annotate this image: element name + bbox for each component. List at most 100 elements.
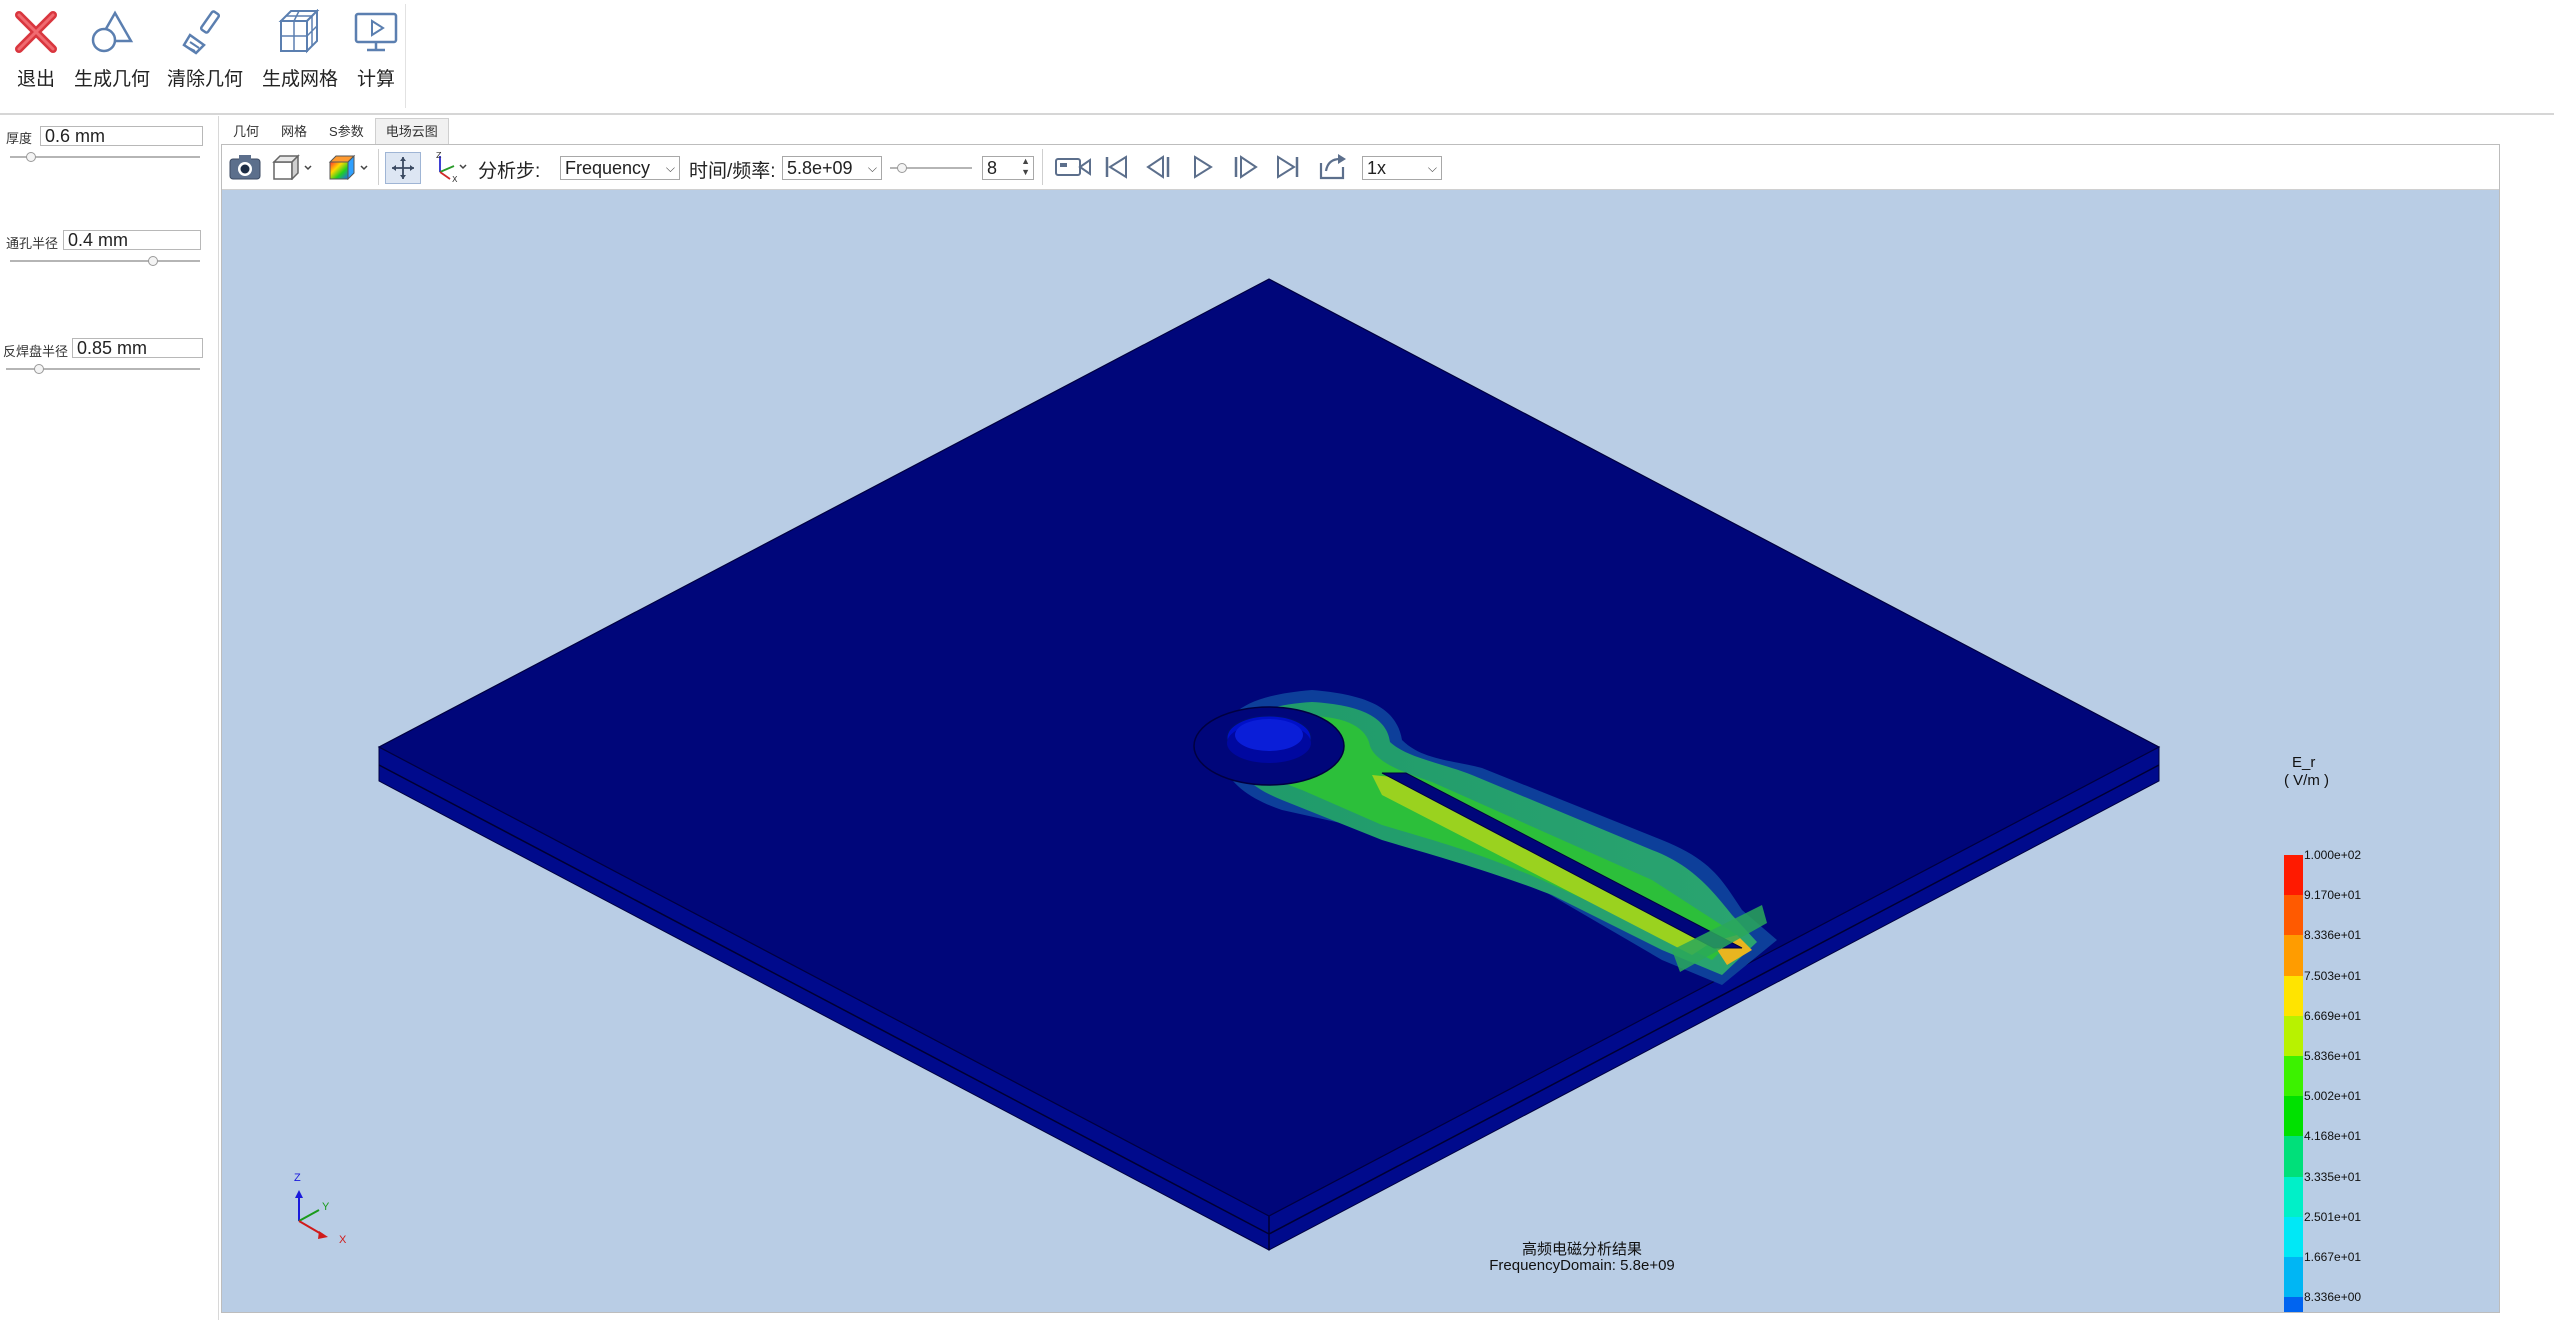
legend-tick-label: 4.168e+01 [2304, 1129, 2362, 1144]
result-viewer: Z X 分析步: Frequency ⌵ 时间/频率: 5.8e+09 ⌵ 8 … [221, 144, 2500, 1313]
color-map-dropdown[interactable] [326, 152, 372, 182]
svg-text:X: X [452, 175, 458, 182]
loop-export-icon[interactable] [1318, 152, 1348, 182]
view-cube-dropdown[interactable] [270, 152, 316, 182]
time-frequency-value: 5.8e+09 [787, 158, 853, 178]
playback-speed-select[interactable]: 1x ⌵ [1362, 156, 1442, 180]
axis-triad-dropdown[interactable]: Z X [428, 152, 468, 182]
toolbar-separator [1042, 149, 1043, 185]
time-frequency-select[interactable]: 5.8e+09 ⌵ [782, 156, 882, 180]
result-caption-title: 高频电磁分析结果 [1521, 1241, 1642, 1258]
tab-s-parameters[interactable]: S参数 [318, 118, 375, 144]
exit-icon [10, 6, 62, 58]
legend-tick-label: 5.836e+01 [2304, 1049, 2362, 1063]
legend-unit: ( V/m ) [2284, 772, 2329, 789]
legend-color-segment [2284, 1257, 2303, 1299]
antipad-radius-input[interactable] [72, 338, 203, 358]
render-canvas[interactable]: Z Y X E_r ( V/m ) 高频电磁分析结果 FrequencyDoma… [222, 190, 2499, 1312]
antipad-radius-label: 反焊盘半径 [3, 344, 69, 359]
geometry-shapes-icon [86, 6, 138, 58]
legend-tick-label: 1.667e+01 [2304, 1250, 2362, 1264]
step-forward-icon[interactable] [1230, 152, 1260, 182]
brush-icon [179, 6, 231, 58]
legend-title: E_r [2292, 754, 2316, 771]
playback-speed-value: 1x [1367, 158, 1387, 178]
legend-color-segment [2284, 1136, 2303, 1178]
axis-triad [295, 1190, 328, 1239]
exit-button[interactable]: 退出 [10, 6, 62, 92]
generate-mesh-label: 生成网格 [262, 69, 339, 90]
svg-text:Z: Z [436, 152, 442, 160]
skip-to-end-icon[interactable] [1274, 152, 1302, 182]
chevron-down-icon: ⌵ [665, 161, 675, 175]
thickness-input[interactable] [40, 126, 203, 146]
legend-color-segment [2284, 1096, 2303, 1138]
legend-tick-label: 1.000e+02 [2304, 848, 2362, 862]
tab-mesh[interactable]: 网格 [270, 118, 318, 144]
analysis-step-select[interactable]: Frequency ⌵ [560, 156, 680, 180]
step-spinbox[interactable]: 8 ▲ ▼ [982, 156, 1034, 180]
clear-geometry-button[interactable]: 清除几何 [167, 6, 243, 92]
analysis-step-value: Frequency [565, 158, 651, 178]
legend-color-segment [2284, 975, 2303, 1017]
via-radius-slider-thumb[interactable] [148, 256, 158, 266]
legend-color-segment [2284, 855, 2303, 897]
axis-x-label: X [339, 1234, 347, 1246]
legend-tick-label: 7.503e+01 [2304, 968, 2362, 983]
time-frequency-label: 时间/频率: [689, 161, 776, 182]
toolbar-separator [378, 149, 379, 185]
parameter-panel: 厚度 通孔半径 反焊盘半径 [0, 116, 219, 1320]
step-backward-icon[interactable] [1144, 152, 1174, 182]
thickness-label: 厚度 [6, 131, 33, 146]
camera-icon[interactable] [228, 152, 262, 182]
tab-field-contour[interactable]: 电场云图 [374, 118, 449, 144]
ribbon-toolbar: 退出 生成几何 清除几何 生成网格 计算 [0, 0, 2554, 115]
axis-y-label: Y [322, 1201, 330, 1213]
analysis-step-label: 分析步: [478, 161, 541, 182]
legend-color-segment [2284, 1176, 2303, 1218]
generate-mesh-button[interactable]: 生成网格 [262, 6, 338, 92]
monitor-play-icon [350, 6, 402, 58]
viewer-toolbar: Z X 分析步: Frequency ⌵ 时间/频率: 5.8e+09 ⌵ 8 … [222, 145, 2499, 190]
via-radius-label: 通孔半径 [6, 236, 59, 251]
generate-geometry-button[interactable]: 生成几何 [74, 6, 150, 92]
legend-color-segment [2284, 895, 2303, 937]
via-radius-input[interactable] [63, 230, 201, 250]
via-radius-slider-track[interactable] [10, 260, 200, 262]
record-video-icon[interactable] [1054, 152, 1092, 182]
legend-color-segment [2284, 1297, 2303, 1312]
frame-slider-thumb[interactable] [897, 163, 907, 173]
pcb-field-plot [295, 278, 2161, 1251]
legend-tick-label: 3.335e+01 [2304, 1169, 2362, 1184]
result-caption-subtitle: FrequencyDomain: 5.8e+09 [1489, 1257, 1675, 1274]
legend-tick-label: 5.002e+01 [2304, 1089, 2362, 1104]
spin-arrows-icon[interactable]: ▲ ▼ [1021, 157, 1030, 178]
axis-z-label: Z [294, 1172, 301, 1184]
exit-label: 退出 [16, 69, 55, 90]
legend-color-segment [2284, 935, 2303, 977]
legend-tick-label: 9.170e+01 [2304, 888, 2362, 903]
mesh-cube-icon [274, 6, 326, 58]
compute-button[interactable]: 计算 [352, 6, 400, 92]
thickness-slider-track[interactable] [10, 156, 200, 158]
legend-color-segment [2284, 1015, 2303, 1057]
legend-color-segment [2284, 1216, 2303, 1258]
chevron-down-icon: ⌵ [867, 161, 877, 175]
legend-color-segment [2284, 1056, 2303, 1098]
generate-geometry-label: 生成几何 [74, 69, 151, 90]
ribbon-separator [405, 4, 406, 108]
pan-move-icon[interactable] [385, 152, 421, 184]
thickness-slider-thumb[interactable] [26, 152, 36, 162]
skip-to-start-icon[interactable] [1102, 152, 1130, 182]
chevron-down-icon: ⌵ [1427, 161, 1437, 175]
legend-tick-label: 8.336e+00 [2304, 1290, 2362, 1305]
legend-tick-label: 2.501e+01 [2304, 1209, 2362, 1224]
legend-tick-label: 8.336e+01 [2304, 928, 2362, 943]
tab-geometry[interactable]: 几何 [222, 118, 270, 144]
play-icon[interactable] [1188, 152, 1216, 182]
legend-tick-label: 6.669e+01 [2304, 1008, 2362, 1023]
clear-geometry-label: 清除几何 [167, 69, 244, 90]
view-tabs: 几何 网格 S参数 电场云图 [222, 118, 449, 144]
compute-label: 计算 [356, 69, 395, 90]
antipad-radius-slider-thumb[interactable] [34, 364, 44, 374]
